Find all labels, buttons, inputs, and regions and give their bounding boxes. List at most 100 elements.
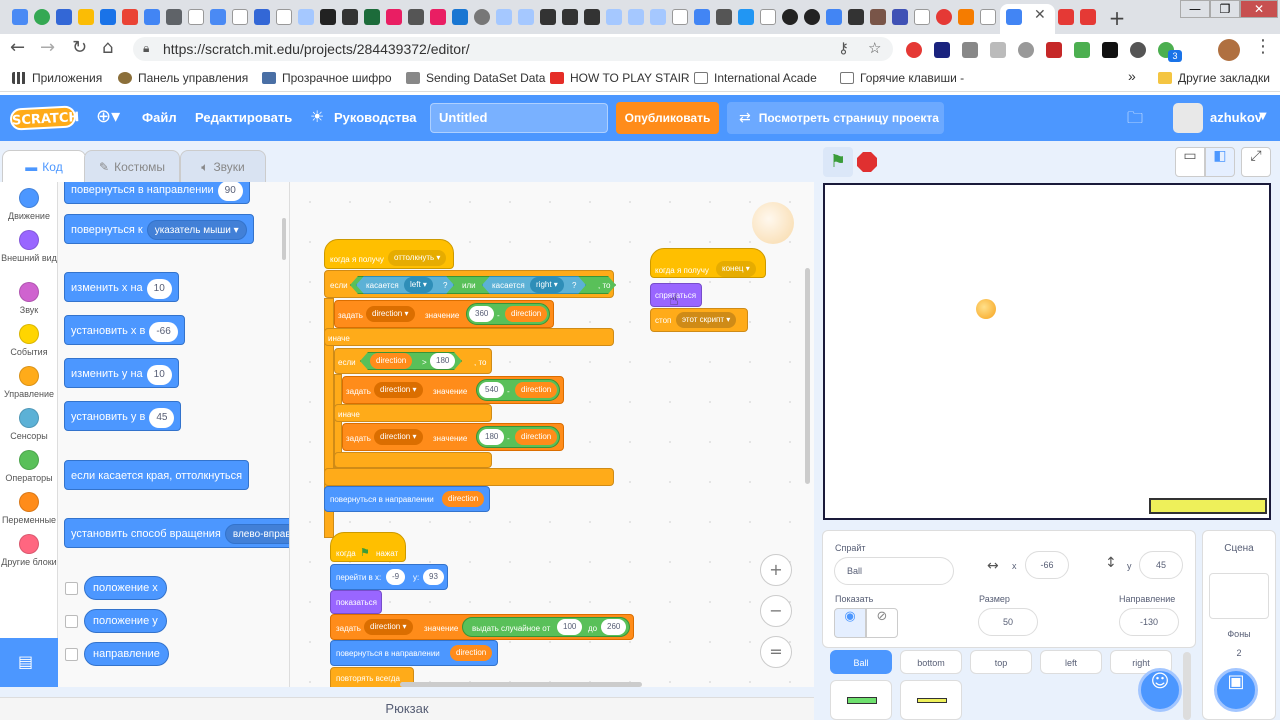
tab-favicon-icon[interactable] [584,9,600,25]
tab-favicon-icon[interactable] [694,9,710,25]
message-dropdown[interactable]: оттолкнуть ▾ [388,250,447,266]
project-title-input[interactable]: Untitled [430,103,608,133]
tab-favicon-icon[interactable] [188,9,204,25]
paddle-sprite[interactable] [1149,498,1267,514]
backdrop-thumbnail[interactable] [1209,573,1269,619]
green-flag-button[interactable]: ⚑ [823,147,853,177]
tab-favicon-icon[interactable] [870,9,886,25]
minimize-window-icon[interactable]: — [1180,0,1210,18]
bookmark-apps[interactable]: Приложения [12,71,102,85]
block-input[interactable]: 90 [217,182,243,201]
account-chevron-down-icon[interactable]: ▼ [1259,111,1267,122]
category-looks[interactable]: Внешний вид [0,230,58,263]
forward-icon[interactable]: → [40,37,55,58]
tab-favicon-icon[interactable] [562,9,578,25]
tab-favicon-icon[interactable] [1080,9,1096,25]
tab-favicon-icon[interactable] [980,9,996,25]
variable-dropdown[interactable]: direction ▾ [374,382,423,398]
reporter-x-position[interactable]: положение х [84,576,167,600]
category-my-blocks[interactable]: Другие блоки [0,534,58,567]
tab-favicon-icon[interactable] [276,9,292,25]
tab-favicon-icon[interactable] [298,9,314,25]
block-set-rotation-style[interactable]: установить способ вращения влево-вправо [64,518,289,548]
extension-icon[interactable] [1046,42,1062,58]
direction-reporter[interactable]: direction [515,382,558,398]
block-set-x[interactable]: установить х в -66 [64,315,185,345]
tab-favicon-icon[interactable] [936,9,952,25]
tab-code[interactable]: ▬ Код [2,150,86,184]
menu-tutorials[interactable]: Руководства [334,110,417,125]
browser-menu-icon[interactable]: ⋮ [1254,36,1272,57]
sprite-name-input[interactable]: Ball [834,557,954,585]
sprite-direction-input[interactable]: -130 [1119,608,1179,636]
sprite-thumb[interactable] [830,680,892,720]
checkbox-x-position[interactable] [65,582,78,595]
key-icon[interactable]: ⚷ [838,39,849,57]
bookmark-item[interactable]: Панель управления [118,71,248,85]
tab-favicon-icon[interactable] [760,9,776,25]
tab-favicon-icon[interactable] [474,9,490,25]
bookmark-item[interactable]: Прозрачное шифро [262,71,392,85]
sprite-x-input[interactable]: -66 [1025,551,1069,579]
checkbox-y-position[interactable] [65,615,78,628]
stop-sign-button[interactable] [857,152,877,172]
tab-favicon-icon[interactable] [12,9,28,25]
opera-extension-icon[interactable] [906,42,922,58]
tab-favicon-icon[interactable] [628,9,644,25]
close-window-icon[interactable]: ✕ [1240,0,1278,18]
touching-dropdown[interactable]: right ▾ [530,277,564,293]
number-input[interactable]: 180 [430,353,456,369]
active-tab[interactable]: ✕ [1000,4,1055,34]
palette-scrollbar[interactable] [282,218,286,260]
stop-dropdown[interactable]: этот скрипт ▾ [676,312,737,328]
code-horizontal-scrollbar[interactable] [400,682,642,687]
tab-favicon-icon[interactable] [496,9,512,25]
tab-favicon-icon[interactable] [672,9,688,25]
direction-reporter[interactable]: direction [515,429,558,445]
block-point-towards[interactable]: повернуться к указатель мыши ▾ [64,214,254,244]
tab-favicon-icon[interactable] [958,9,974,25]
block-set-y[interactable]: установить у в 45 [64,401,182,431]
tab-favicon-icon[interactable] [452,9,468,25]
my-stuff-folder-icon[interactable]: 🗀 [1127,107,1143,134]
small-stage-icon[interactable]: ▭ [1175,147,1205,177]
number-input[interactable]: 100 [557,619,583,635]
category-control[interactable]: Управление [0,366,58,399]
add-backdrop-image-icon[interactable]: ▣ [1214,668,1258,712]
extension-icon[interactable] [1018,42,1034,58]
extension-icon[interactable] [990,42,1006,58]
sprite-y-input[interactable]: 45 [1139,551,1183,579]
tab-favicon-icon[interactable] [144,9,160,25]
user-avatar[interactable] [1173,103,1203,133]
bookmark-other[interactable]: Другие закладки [1158,71,1270,85]
bookmark-item[interactable]: Sending DataSet Data [406,71,545,85]
extension-icon[interactable] [1074,42,1090,58]
direction-reporter[interactable]: direction [505,306,548,322]
tab-favicon-icon[interactable] [892,9,908,25]
extension-icon[interactable] [1130,42,1146,58]
scratch-logo[interactable]: SCRATCH [9,105,80,131]
zoom-in-button[interactable]: + [760,554,792,586]
tab-favicon-icon[interactable] [782,9,798,25]
bookmark-item[interactable]: International Acade [694,71,817,85]
block-input[interactable]: 10 [146,279,172,299]
sprite-thumb-bottom[interactable]: bottom [900,650,962,674]
tab-favicon-icon[interactable] [848,9,864,25]
block-bounce[interactable]: если касается края, оттолкнуться [64,460,250,490]
home-icon[interactable]: ⌂ [102,37,113,58]
tab-favicon-icon[interactable] [914,9,930,25]
menu-file[interactable]: Файл [142,110,177,125]
tab-sounds[interactable]: 🔈︎ Звуки [180,150,266,184]
number-input[interactable]: 360 [469,306,495,322]
category-operators[interactable]: Операторы [0,450,58,483]
block-input[interactable]: 45 [149,408,175,428]
tab-favicon-icon[interactable] [716,9,732,25]
close-tab-icon[interactable]: ✕ [1034,7,1046,23]
extension-icon[interactable] [934,42,950,58]
direction-reporter[interactable]: direction [442,491,485,507]
number-input[interactable]: 260 [601,619,627,635]
show-sprite-eye-icon[interactable]: ◉ [834,608,866,638]
variable-dropdown[interactable]: direction ▾ [366,306,415,322]
language-globe-icon[interactable]: ⊕▾ [96,106,120,127]
category-motion[interactable]: Движение [0,188,58,221]
